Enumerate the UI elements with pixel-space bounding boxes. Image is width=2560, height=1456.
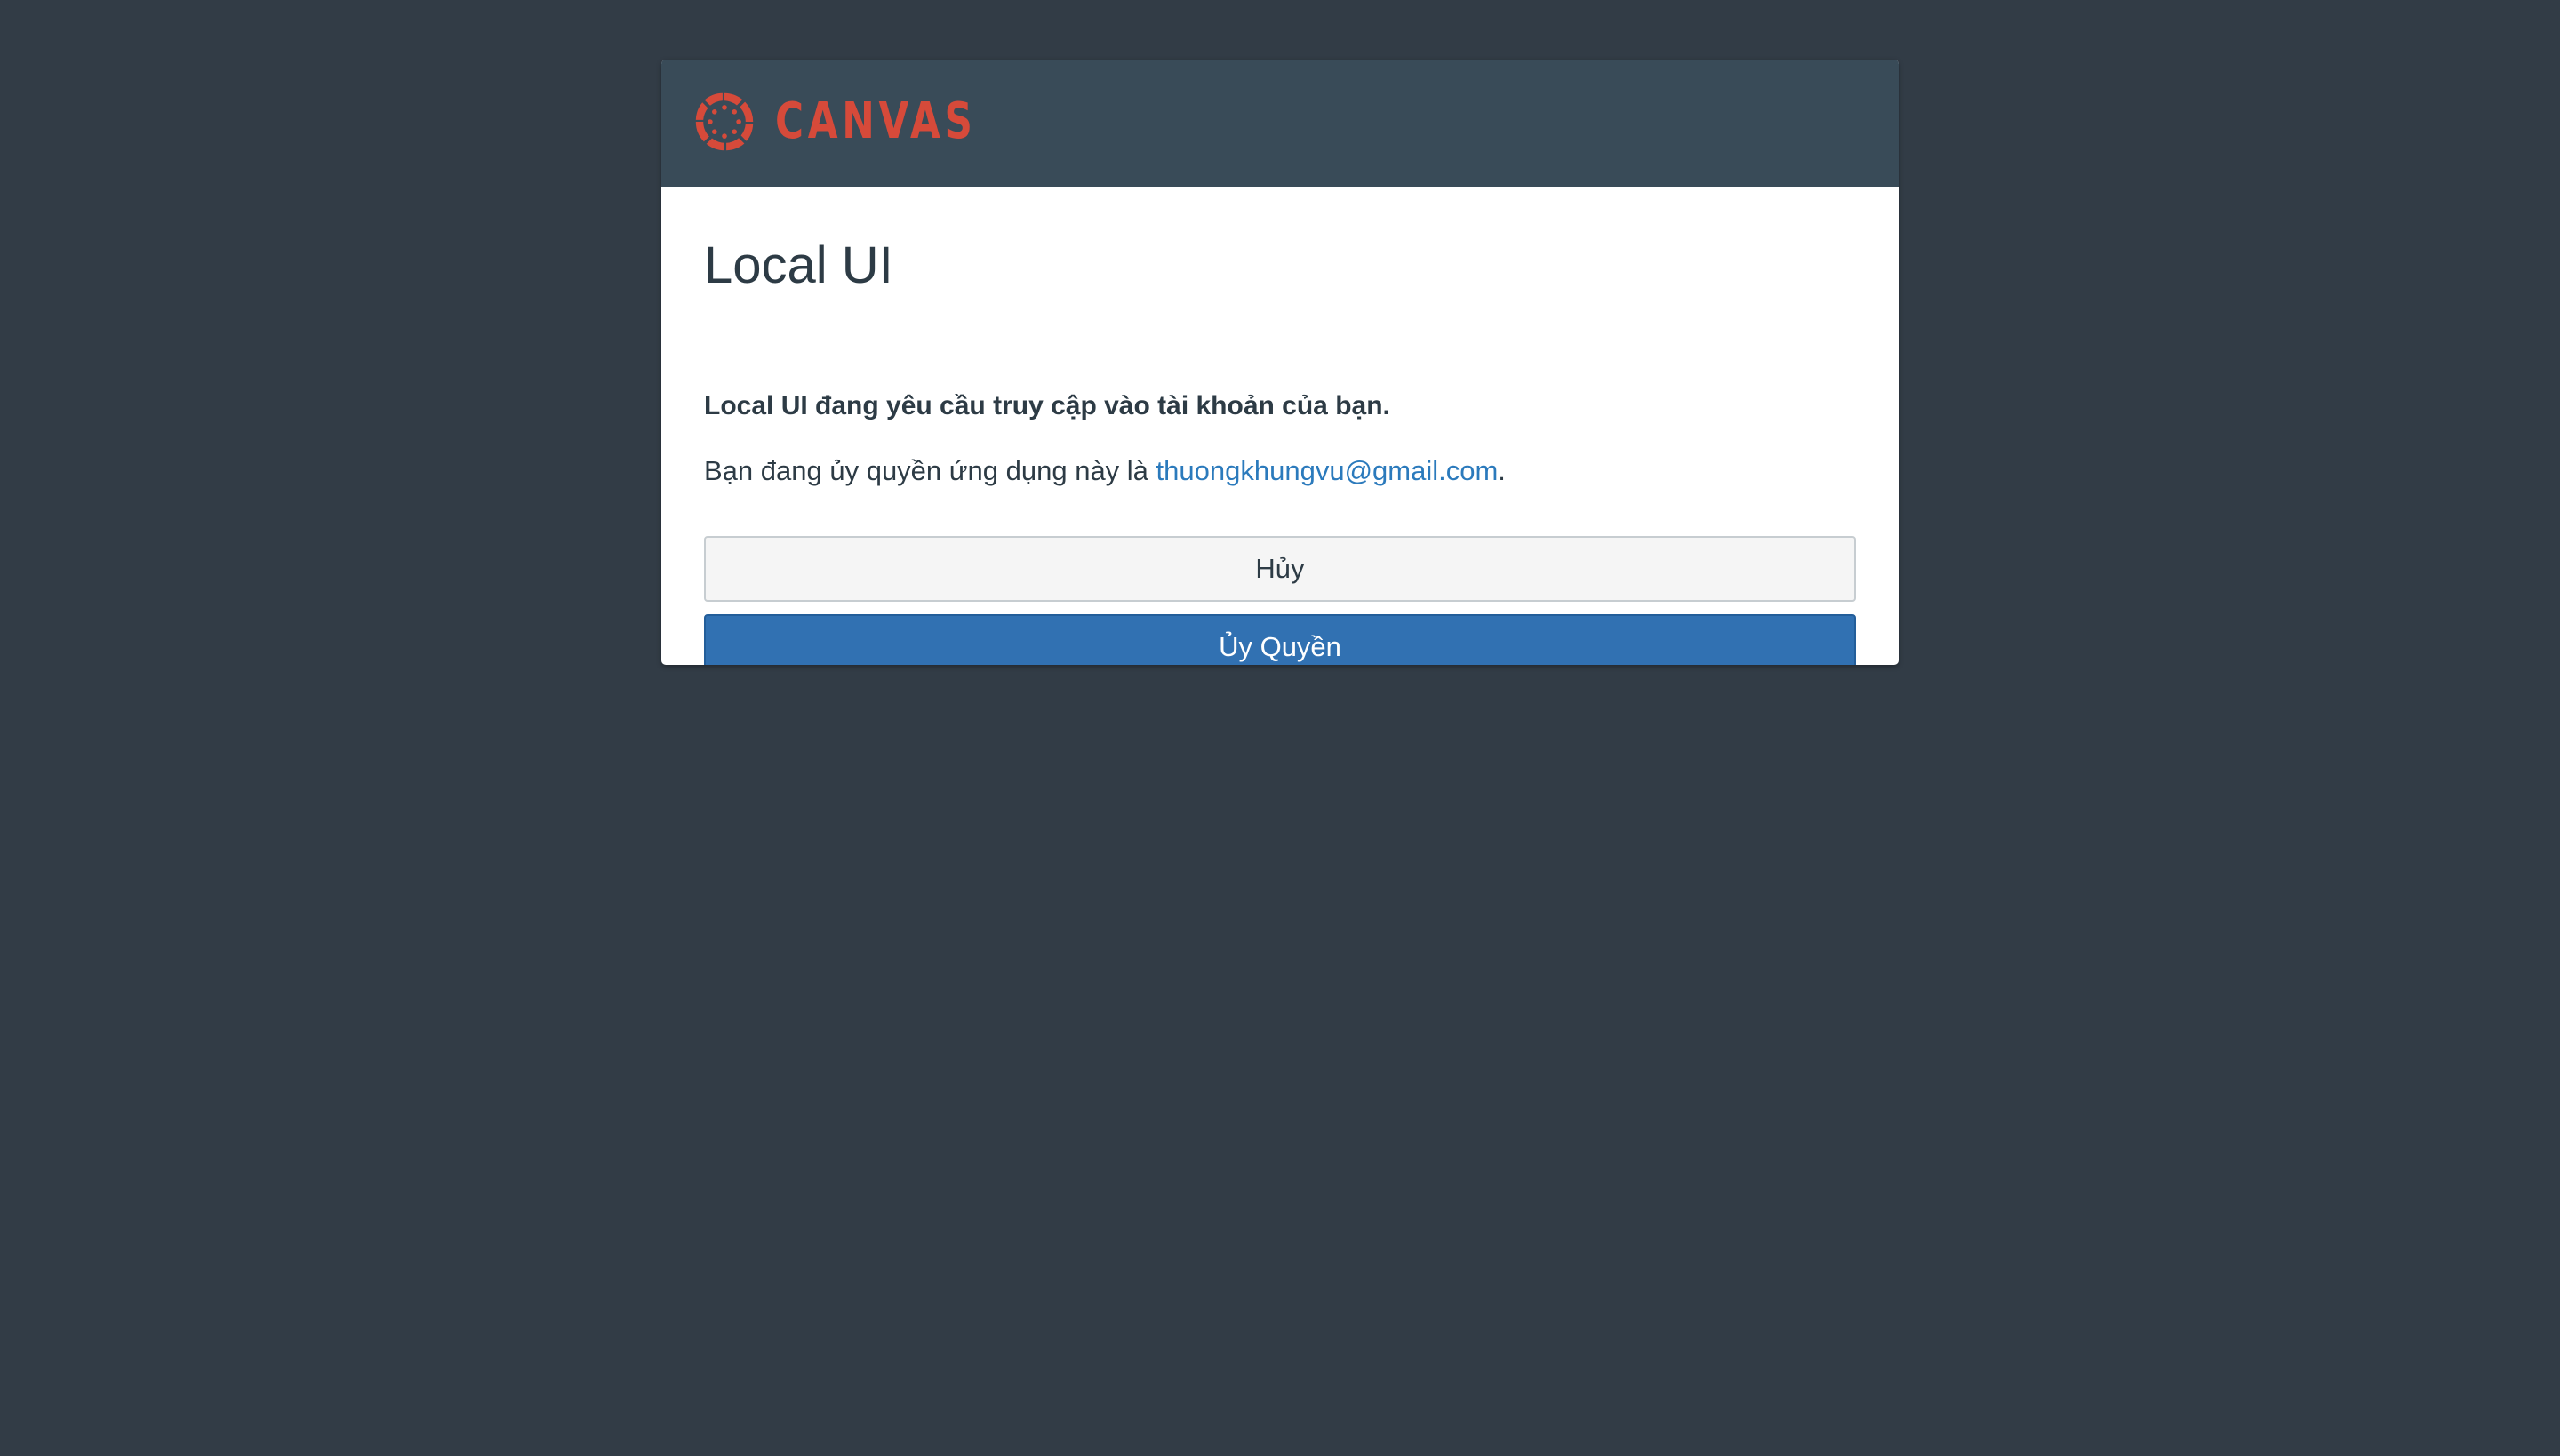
authorizing-prefix: Bạn đang ủy quyền ứng dụng này là bbox=[704, 455, 1156, 486]
app-title: Local UI bbox=[704, 236, 893, 294]
cancel-button[interactable]: Hủy bbox=[704, 536, 1856, 602]
authorizing-account-text: Bạn đang ủy quyền ứng dụng này là thuong… bbox=[704, 455, 1506, 487]
canvas-logo: CANVAS bbox=[693, 90, 1034, 154]
authorize-button[interactable]: Ủy Quyền bbox=[704, 614, 1856, 665]
canvas-logo-icon bbox=[695, 92, 754, 151]
dialog-header: CANVAS bbox=[661, 60, 1899, 187]
account-email-link[interactable]: thuongkhungvu@gmail.com bbox=[1156, 455, 1499, 486]
access-request-text: Local UI đang yêu cầu truy cập vào tài k… bbox=[704, 391, 1390, 420]
authorizing-suffix: . bbox=[1498, 455, 1506, 486]
canvas-wordmark: CANVAS bbox=[775, 92, 977, 150]
oauth-dialog: CANVAS Local UI Local UI đang yêu cầu tr… bbox=[661, 60, 1899, 665]
